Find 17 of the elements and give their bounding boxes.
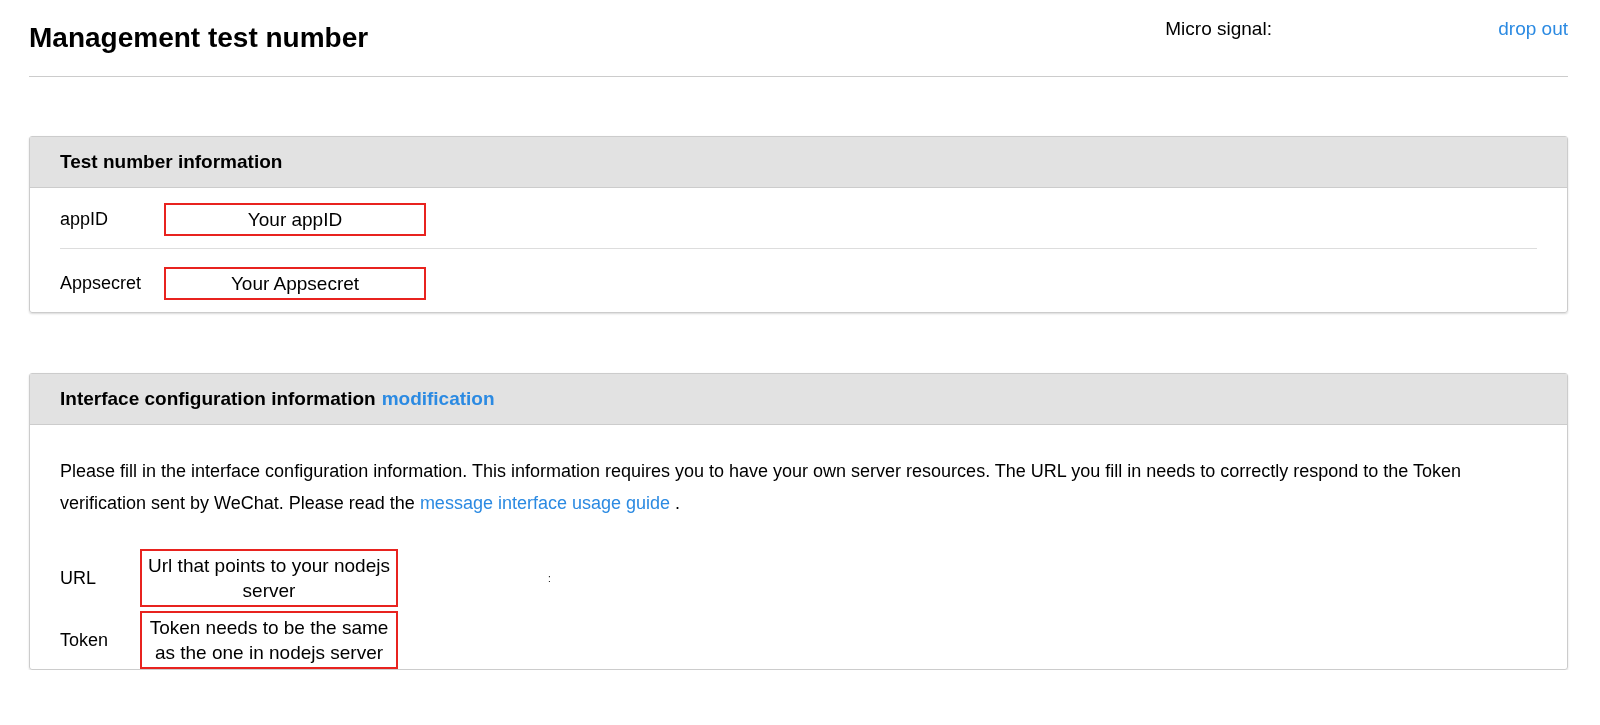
panel-title: Interface configuration information xyxy=(60,388,376,410)
field-label: URL xyxy=(60,567,97,589)
modification-link[interactable]: modification xyxy=(381,388,495,410)
colon-mark: : xyxy=(548,572,551,584)
guide-link[interactable]: message interface usage guide xyxy=(419,493,671,513)
field-label: appID xyxy=(60,209,110,230)
value-field: Your appID xyxy=(164,203,426,236)
value-field: Token needs to be the same as the one in nodejs server xyxy=(140,611,398,669)
logout-link[interactable]: drop out xyxy=(1498,18,1568,40)
page-title: Management test number xyxy=(29,22,369,54)
instruction-text: Please fill in the interface configuration information. This information requires you to have your own server resources. The URL you fill in needs to correctly respond to the Token verification sent by WeChat. Please read the message interface usage guide . xyxy=(60,460,1463,515)
value-field: Your Appsecret xyxy=(164,267,426,300)
micro-signal-label: Micro signal: xyxy=(1165,18,1273,40)
field-label: Token xyxy=(60,629,110,651)
field-label: Appsecret xyxy=(60,273,143,294)
value-field: Url that points to your nodejs server xyxy=(140,549,398,607)
panel-title: Test number information xyxy=(60,151,283,173)
